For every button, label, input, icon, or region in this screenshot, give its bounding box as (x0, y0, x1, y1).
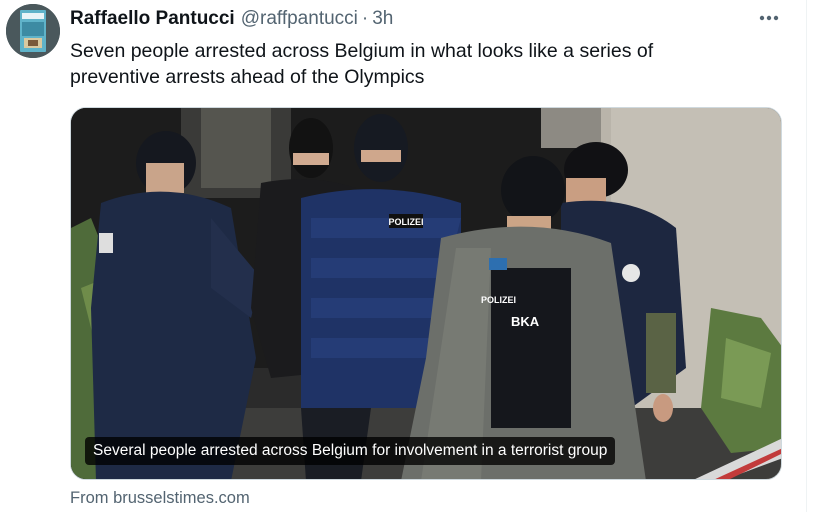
image-caption: Several people arrested across Belgium f… (85, 437, 616, 465)
author-display-name[interactable]: Raffaello Pantucci (70, 8, 235, 30)
polizei-badge-1: POLIZEI (388, 217, 423, 227)
timeline-divider (806, 0, 807, 512)
news-photo: POLIZEI POLIZEI BKA (71, 108, 781, 479)
author-handle[interactable]: @raffpantucci (241, 8, 358, 30)
avatar-image (6, 4, 60, 58)
tweet-card[interactable]: Raffaello Pantucci @raffpantucci · 3h Se… (0, 0, 837, 512)
separator-dot: · (361, 8, 369, 29)
link-source[interactable]: From brusselstimes.com (70, 487, 250, 509)
more-horizontal-icon (759, 15, 779, 21)
tweet-text: Seven people arrested across Belgium in … (70, 38, 770, 90)
link-card-image[interactable]: POLIZEI POLIZEI BKA Several people arres… (70, 107, 782, 480)
bka-badge: BKA (511, 314, 540, 329)
author-avatar[interactable] (6, 4, 60, 58)
more-options-button[interactable] (755, 6, 783, 30)
polizei-badge-2: POLIZEI (481, 295, 516, 305)
tweet-timestamp[interactable]: 3h (372, 8, 393, 30)
tweet-text-line-1: Seven people arrested across Belgium in … (70, 40, 654, 62)
tweet-text-line-2: preventive arrests ahead of the Olympics (70, 66, 425, 88)
tweet-header: Raffaello Pantucci @raffpantucci · 3h (70, 8, 393, 30)
